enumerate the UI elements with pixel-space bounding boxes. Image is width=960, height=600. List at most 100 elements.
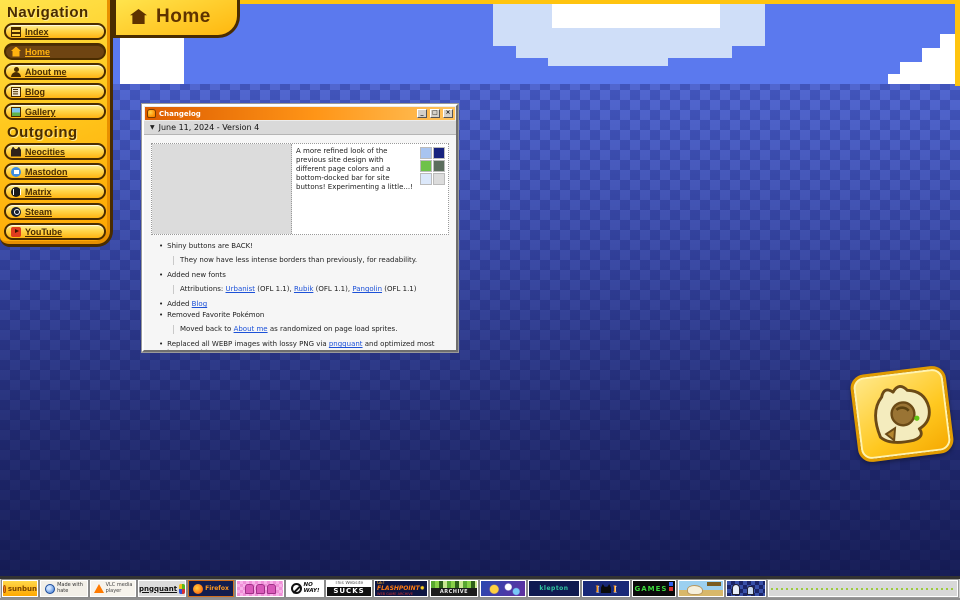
vlc-cone-icon [94, 584, 104, 593]
banner-right-border [955, 0, 960, 86]
changelog-summary-text: A more refined look of the previous site… [296, 147, 414, 192]
sidebar-item-steam[interactable]: Steam [4, 203, 106, 220]
sidebar-item-about-me[interactable]: About me [4, 63, 106, 80]
badge-pngquant[interactable]: pngquant [138, 580, 186, 597]
changelog-summary-panel: A more refined look of the previous site… [292, 144, 448, 234]
badge-penguins[interactable] [726, 580, 766, 597]
changelog-bullet: •Added new fonts [159, 271, 447, 280]
link-pngquant[interactable]: pngquant [329, 340, 363, 348]
badge-black-cat[interactable]: I I [582, 580, 630, 597]
link-oxipng[interactable]: oxipng [212, 349, 235, 352]
sidebar-item-youtube[interactable]: YouTube [4, 223, 106, 240]
steam-icon [11, 207, 21, 217]
sidebar-heading-navigation: Navigation [3, 3, 107, 23]
changelog-window: Changelog _ □ × ▼ June 11, 2024 - Versio… [142, 104, 458, 352]
cloud [888, 74, 960, 84]
sidebar-item-label: Steam [25, 207, 52, 217]
cloud [552, 4, 720, 28]
close-button[interactable]: × [443, 109, 453, 118]
badge-vlc[interactable]: VLC mediaplayer [90, 580, 136, 597]
pixel-decor [669, 587, 673, 591]
badge-no-way[interactable]: NOWAY! [286, 580, 324, 597]
link-urbanist[interactable]: Urbanist [226, 285, 256, 293]
changelog-bullet: •Replaced all WEBP images with lossy PNG… [159, 340, 447, 352]
sidebar-item-label: Matrix [25, 187, 52, 197]
changelog-window-icon [147, 109, 156, 118]
page-background: Home Navigation Index Home About me Blog… [0, 0, 960, 600]
changelog-bullet-list: •Shiny buttons are BACK! They now have l… [151, 235, 449, 352]
badge-dock: sunbun Made withhate VLC mediaplayer png… [0, 576, 960, 600]
no-sign-icon [291, 583, 302, 594]
badge-games[interactable]: GAMES [632, 580, 676, 597]
pink-sprite-icon [245, 584, 254, 594]
sidebar-item-label: Index [25, 27, 49, 37]
color-swatch [433, 173, 445, 185]
badge-sparkle-art[interactable] [480, 580, 526, 597]
sidebar-item-mastodon[interactable]: Mastodon [4, 163, 106, 180]
mastodon-icon [11, 167, 21, 177]
sidebar-item-label: Blog [25, 87, 45, 97]
mascot-sticker[interactable] [849, 364, 955, 463]
sidebar-item-label: Neocities [25, 147, 65, 157]
matrix-icon [11, 187, 21, 197]
tab-home[interactable]: Home [113, 0, 240, 38]
link-blog[interactable]: Blog [192, 300, 207, 308]
pngquant-logo-icon [179, 584, 185, 594]
sunbun-creature-icon [3, 585, 6, 593]
badge-this-website-sucks[interactable]: This Website SUCKS [326, 580, 372, 597]
badge-flashpoint[interactable]: GET FLASHPOINT WEB GAME ARCHIVE [374, 580, 428, 597]
changelog-titlebar[interactable]: Changelog _ □ × [145, 107, 455, 120]
pink-sprite-icon [256, 584, 265, 594]
cloud [516, 46, 732, 58]
mascot-creature-icon [863, 375, 943, 453]
caret-down-icon: ▼ [150, 124, 155, 131]
changelog-entry-title: June 11, 2024 - Version 4 [159, 123, 260, 132]
sidebar-item-neocities[interactable]: Neocities [4, 143, 106, 160]
badge-text-tag [707, 582, 721, 586]
youtube-icon [11, 227, 21, 237]
neocities-cat-icon [11, 147, 21, 157]
color-swatch-grid [420, 147, 445, 185]
badge-pink-sprites[interactable] [236, 580, 284, 597]
maximize-button[interactable]: □ [430, 109, 440, 118]
sidebar-item-matrix[interactable]: Matrix [4, 183, 106, 200]
picture-icon [11, 107, 21, 117]
penguin-icon [732, 584, 740, 595]
changelog-entry-header[interactable]: ▼ June 11, 2024 - Version 4 [144, 121, 456, 135]
changelog-bullet: •Shiny buttons are BACK! [159, 242, 447, 251]
badge-sunbun[interactable]: sunbun [2, 580, 38, 597]
changelog-sub-note: Moved back to About me as randomized on … [173, 325, 458, 334]
badge-furret[interactable] [678, 580, 724, 597]
black-cat-icon [601, 584, 611, 593]
index-icon [11, 27, 21, 37]
badge-archive[interactable]: ARCHIVE [430, 580, 478, 597]
changelog-sub-note: Attributions: Urbanist (OFL 1.1), Rubik … [173, 285, 458, 294]
home-icon [130, 9, 147, 24]
link-about-me[interactable]: About me [234, 325, 268, 333]
sidebar-item-blog[interactable]: Blog [4, 83, 106, 100]
sidebar-item-label: Mastodon [25, 167, 68, 177]
color-swatch [420, 147, 432, 159]
badge-firefox[interactable]: Firefox [188, 580, 234, 597]
sidebar-item-home[interactable]: Home [4, 43, 106, 60]
changelog-window-title: Changelog [159, 110, 414, 118]
notepad-icon [11, 87, 21, 97]
badge-klepton[interactable]: klepton [528, 580, 580, 597]
link-rubik[interactable]: Rubik [294, 285, 313, 293]
changelog-bullet: •Removed Favorite Pokémon [159, 311, 447, 320]
link-pangolin[interactable]: Pangolin [352, 285, 382, 293]
sidebar-heading-outgoing: Outgoing [3, 123, 107, 143]
globe-icon [45, 584, 55, 594]
minimize-button[interactable]: _ [417, 109, 427, 118]
sidebar-item-label: YouTube [25, 227, 62, 237]
color-swatch [420, 160, 432, 172]
badge-made-with[interactable]: Made withhate [40, 580, 88, 597]
color-swatch [433, 160, 445, 172]
cloud [548, 58, 668, 66]
pink-sprite-icon [267, 584, 276, 594]
cloud [120, 34, 184, 84]
sidebar-item-gallery[interactable]: Gallery [4, 103, 106, 120]
furret-creature-icon [687, 585, 703, 595]
sidebar-item-index[interactable]: Index [4, 23, 106, 40]
changelog-sub-note: They now have less intense borders than … [173, 256, 458, 265]
